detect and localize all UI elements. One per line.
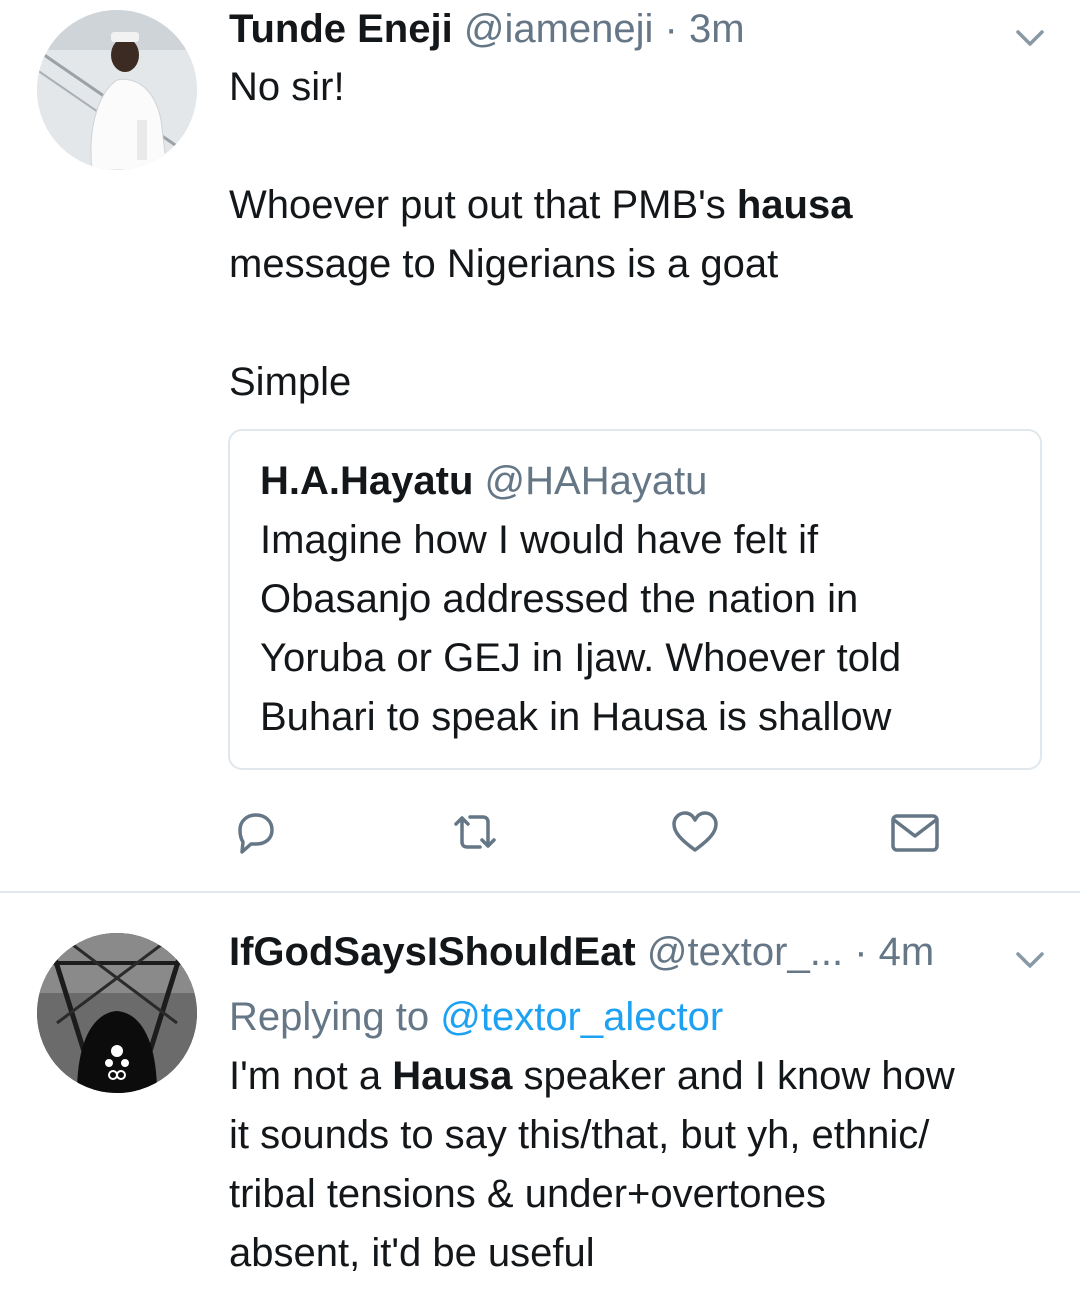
quoted-tweet[interactable]: H.A.Hayatu @HAHayatu Imagine how I would… bbox=[228, 429, 1042, 770]
mention-link[interactable]: @textor_alector bbox=[440, 995, 723, 1039]
timestamp[interactable]: 4m bbox=[879, 930, 935, 974]
separator-dot: · bbox=[664, 7, 678, 51]
timestamp[interactable]: 3m bbox=[689, 7, 745, 51]
reply-icon[interactable] bbox=[230, 808, 280, 858]
highlighted-term: hausa bbox=[736, 183, 853, 227]
text-line: it sounds to say this/that, but yh, ethn… bbox=[229, 1113, 930, 1157]
quoted-tweet-header: H.A.Hayatu @HAHayatu bbox=[260, 455, 707, 507]
chevron-down-icon[interactable] bbox=[1010, 22, 1050, 52]
heart-icon[interactable] bbox=[670, 808, 720, 858]
text-line: Buhari to speak in Hausa is shallow bbox=[260, 695, 892, 739]
text-line: Obasanjo addressed the nation in bbox=[260, 577, 859, 621]
retweet-icon[interactable] bbox=[450, 808, 500, 858]
tweet-text: No sir! Whoever put out that PMB's hausa… bbox=[229, 58, 1049, 412]
tweet-card[interactable]: Tunde Eneji @iameneji · 3m No sir! Whoev… bbox=[0, 0, 1080, 892]
text-line: message to Nigerians is a goat bbox=[229, 242, 779, 286]
text-line: tribal tensions & under+overtones bbox=[229, 1172, 827, 1216]
text-line: Imagine how I would have felt if bbox=[260, 518, 819, 562]
tweet-header: Tunde Eneji @iameneji · 3m bbox=[229, 3, 745, 55]
replying-to-line: Replying to @textor_alector bbox=[229, 988, 1059, 1047]
tweet-text: Replying to @textor_alector I'm not a Ha… bbox=[229, 988, 1059, 1283]
separator-dot: · bbox=[854, 930, 868, 974]
text-line: Yoruba or GEJ in Ijaw. Whoever told bbox=[260, 636, 902, 680]
author-name[interactable]: IfGodSaysIShouldEat bbox=[229, 930, 636, 974]
text-line: I'm not a Hausa speaker and I know how bbox=[229, 1054, 955, 1098]
author-name[interactable]: Tunde Eneji bbox=[229, 7, 453, 51]
replying-to-label: Replying to bbox=[229, 995, 441, 1039]
text-line: No sir! bbox=[229, 65, 345, 109]
text-line: Simple bbox=[229, 360, 352, 404]
quoted-tweet-text: Imagine how I would have felt if Obasanj… bbox=[260, 511, 1020, 747]
envelope-icon[interactable] bbox=[890, 808, 940, 858]
avatar-photo-icon bbox=[37, 933, 197, 1093]
avatar-photo-icon bbox=[37, 10, 197, 170]
quoted-author-handle: @HAHayatu bbox=[484, 459, 708, 503]
chevron-down-icon[interactable] bbox=[1010, 944, 1050, 974]
avatar[interactable] bbox=[37, 10, 197, 170]
avatar[interactable] bbox=[37, 933, 197, 1093]
author-handle[interactable]: @textor_... bbox=[647, 930, 843, 974]
quoted-author-name: H.A.Hayatu bbox=[260, 459, 474, 503]
text-line: absent, it'd be useful bbox=[229, 1231, 595, 1275]
author-handle[interactable]: @iameneji bbox=[464, 7, 654, 51]
highlighted-term: Hausa bbox=[392, 1054, 513, 1098]
tweet-header: IfGodSaysIShouldEat @textor_... · 4m bbox=[229, 926, 934, 978]
text-line: Whoever put out that PMB's hausa bbox=[229, 183, 853, 227]
